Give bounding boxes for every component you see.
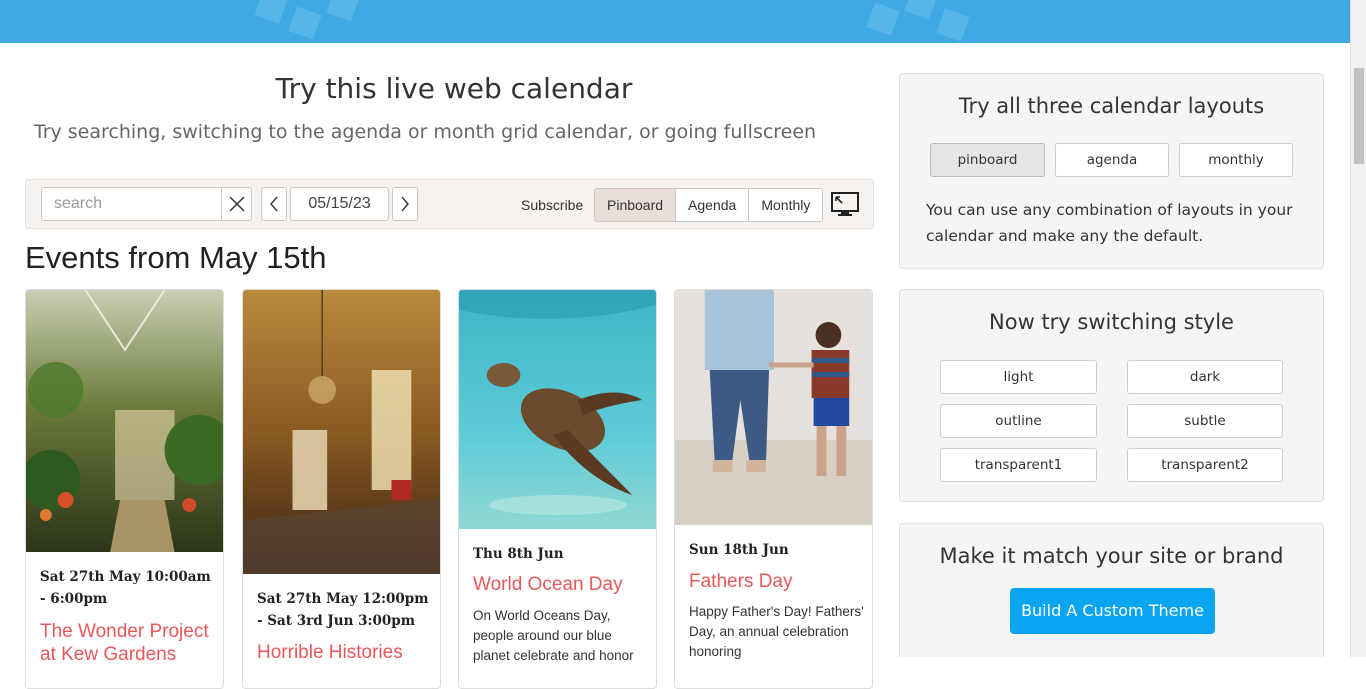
- build-custom-theme-button[interactable]: Build A Custom Theme: [1010, 588, 1215, 634]
- layouts-panel-text: You can use any combination of layouts i…: [926, 201, 1293, 245]
- top-banner: [0, 0, 1350, 43]
- close-icon: [228, 196, 245, 212]
- date-input[interactable]: 05/15/23: [290, 187, 389, 221]
- calendar-toolbar: 05/15/23 Subscribe Pinboard Agenda Month…: [25, 179, 874, 229]
- event-description: On World Oceans Day, people around our b…: [473, 608, 634, 663]
- style-panel: Now try switching style light dark outli…: [899, 289, 1324, 502]
- banner-pattern: [866, 2, 900, 36]
- page-scrollbar[interactable]: [1350, 0, 1366, 657]
- banner-pattern: [288, 6, 322, 40]
- search-clear-button[interactable]: [221, 187, 252, 221]
- subscribe-link[interactable]: Subscribe: [521, 197, 583, 213]
- brand-panel-title: Make it match your site or brand: [939, 544, 1284, 568]
- search-input[interactable]: [42, 188, 221, 220]
- event-date: Sun 18th Jun: [689, 542, 789, 558]
- style-panel-title: Now try switching style: [989, 310, 1234, 334]
- banner-pattern: [326, 0, 360, 22]
- demo-subtitle: Try searching, switching to the agenda o…: [33, 121, 817, 143]
- banner-pattern: [254, 0, 288, 24]
- style-subtle-button[interactable]: subtle: [1127, 404, 1283, 438]
- scrollbar-thumb[interactable]: [1354, 68, 1364, 164]
- event-title[interactable]: Fathers Day: [689, 570, 867, 593]
- layouts-panel: Try all three calendar layouts pinboard …: [899, 73, 1324, 269]
- next-date-button[interactable]: [392, 187, 418, 221]
- banner-pattern: [936, 8, 970, 42]
- chevron-right-icon: [401, 196, 409, 212]
- event-description: Happy Father's Day! Fathers' Day, an ann…: [689, 604, 864, 659]
- event-card[interactable]: Thu 8th Jun World Ocean Day On World Oce…: [458, 289, 657, 689]
- previous-date-button[interactable]: [261, 187, 287, 221]
- view-agenda-button[interactable]: Agenda: [675, 188, 750, 222]
- view-pinboard-button[interactable]: Pinboard: [594, 188, 677, 222]
- event-date: Sat 27th May 10:00am - 6:00pm: [40, 569, 211, 607]
- layout-agenda-button[interactable]: agenda: [1055, 143, 1169, 177]
- style-outline-button[interactable]: outline: [940, 404, 1097, 438]
- fullscreen-icon[interactable]: [830, 191, 860, 217]
- view-switcher: Pinboard Agenda Monthly: [594, 188, 824, 222]
- layouts-panel-title: Try all three calendar layouts: [958, 94, 1265, 118]
- event-card[interactable]: Sat 27th May 12:00pm - Sat 3rd Jun 3:00p…: [242, 289, 441, 689]
- style-dark-button[interactable]: dark: [1127, 360, 1283, 394]
- event-image: [675, 290, 872, 525]
- banner-pattern: [904, 0, 938, 20]
- events-heading: Events from May 15th: [25, 240, 327, 275]
- style-transparent1-button[interactable]: transparent1: [940, 448, 1097, 482]
- demo-title: Try this live web calendar: [275, 72, 633, 105]
- event-title[interactable]: World Ocean Day: [473, 573, 651, 596]
- search-box: [41, 187, 222, 221]
- brand-panel: Make it match your site or brand Build A…: [899, 523, 1324, 657]
- event-card[interactable]: Sun 18th Jun Fathers Day Happy Father's …: [674, 289, 873, 689]
- event-title[interactable]: The Wonder Project at Kew Gardens: [40, 620, 218, 666]
- event-card[interactable]: Sat 27th May 10:00am - 6:00pm The Wonder…: [25, 289, 224, 689]
- event-date: Thu 8th Jun: [473, 546, 564, 562]
- event-date: Sat 27th May 12:00pm - Sat 3rd Jun 3:00p…: [257, 591, 429, 629]
- event-image: [26, 290, 223, 552]
- style-light-button[interactable]: light: [940, 360, 1097, 394]
- chevron-left-icon: [270, 196, 278, 212]
- event-title[interactable]: Horrible Histories: [257, 641, 435, 664]
- event-image: [459, 290, 656, 529]
- layout-monthly-button[interactable]: monthly: [1179, 143, 1293, 177]
- layout-pinboard-button[interactable]: pinboard: [930, 143, 1045, 177]
- style-transparent2-button[interactable]: transparent2: [1127, 448, 1283, 482]
- view-monthly-button[interactable]: Monthly: [748, 188, 824, 222]
- event-image: [243, 290, 440, 574]
